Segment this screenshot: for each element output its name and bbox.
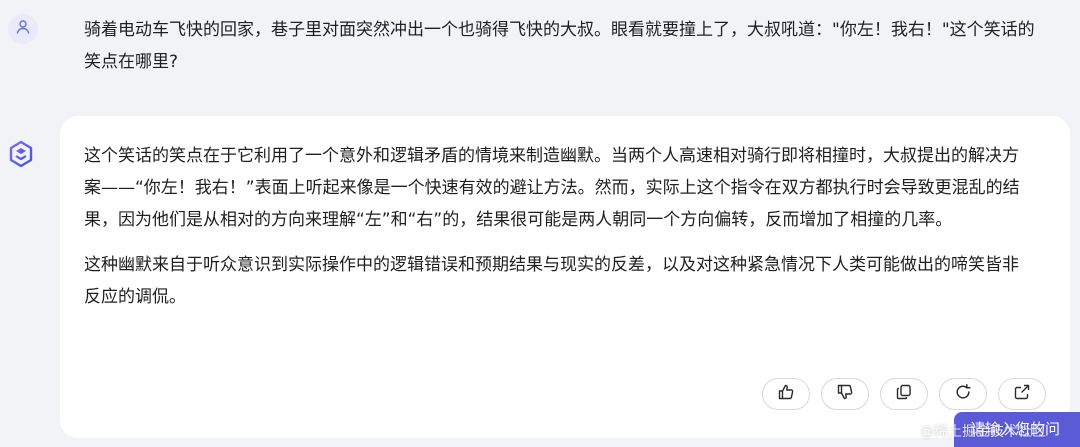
thumbs-down-icon xyxy=(836,383,854,405)
user-message-text: 骑着电动车飞快的回家，巷子里对面突然冲出一个也骑得飞快的大叔。眼看就要撞上了，大… xyxy=(84,20,1035,72)
assistant-paragraph: 这个笑话的笑点在于它利用了一个意外和逻辑矛盾的情境来制造幽默。当两个人高速相对骑… xyxy=(84,146,1020,230)
user-icon xyxy=(15,19,31,39)
message-action-bar xyxy=(762,378,1046,410)
assistant-paragraph: 这种幽默来自于听众意识到实际操作中的逻辑错误和预期结果与现实的反差，以及对这种紧… xyxy=(84,255,1019,307)
refresh-icon xyxy=(954,383,972,405)
regenerate-button[interactable] xyxy=(939,378,987,410)
copy-button[interactable] xyxy=(880,378,928,410)
dislike-button[interactable] xyxy=(821,378,869,410)
user-avatar xyxy=(8,14,38,44)
thumbs-up-icon xyxy=(777,383,795,405)
like-button[interactable] xyxy=(762,378,810,410)
assistant-avatar xyxy=(6,140,36,172)
share-button[interactable] xyxy=(998,378,1046,410)
chat-input-field[interactable]: 请输入您的问 xyxy=(954,412,1080,447)
bot-logo-icon xyxy=(7,140,35,172)
user-message: 骑着电动车飞快的回家，巷子里对面突然冲出一个也骑得飞快的大叔。眼看就要撞上了，大… xyxy=(0,0,1080,110)
assistant-message-card: 这个笑话的笑点在于它利用了一个意外和逻辑矛盾的情境来制造幽默。当两个人高速相对骑… xyxy=(60,116,1070,438)
assistant-message-text: 这个笑话的笑点在于它利用了一个意外和逻辑矛盾的情境来制造幽默。当两个人高速相对骑… xyxy=(84,140,1034,326)
copy-icon xyxy=(895,383,913,405)
share-icon xyxy=(1013,383,1031,405)
